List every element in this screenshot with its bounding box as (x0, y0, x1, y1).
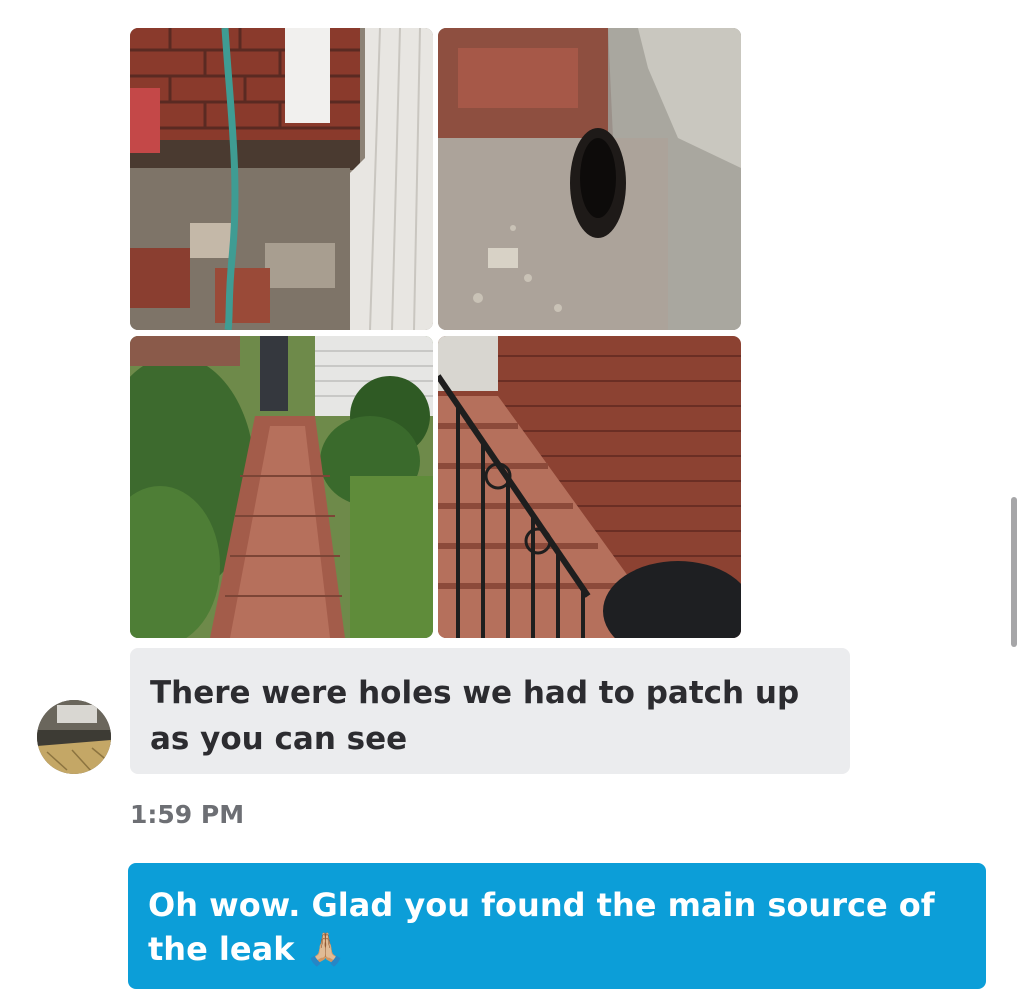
brick-stairs-railing-photo[interactable] (438, 336, 741, 638)
foundation-hole-photo[interactable] (438, 28, 741, 330)
brick-walkway-photo[interactable] (130, 336, 433, 638)
outgoing-message-bubble[interactable]: Oh wow. Glad you found the main source o… (128, 863, 986, 989)
message-timestamp: 1:59 PM (130, 800, 245, 829)
brick-wall-hose-debris-photo[interactable] (130, 28, 433, 330)
scrollbar-thumb[interactable] (1011, 497, 1017, 647)
chat-thread: There were holes we had to patch up as y… (0, 0, 1024, 1000)
outgoing-message-text: Oh wow. Glad you found the main source o… (148, 886, 935, 968)
incoming-message-bubble[interactable]: There were holes we had to patch up as y… (130, 648, 850, 774)
sender-avatar[interactable] (37, 700, 111, 774)
photo-attachment-grid (130, 28, 742, 640)
incoming-message-text: There were holes we had to patch up as y… (150, 675, 800, 757)
